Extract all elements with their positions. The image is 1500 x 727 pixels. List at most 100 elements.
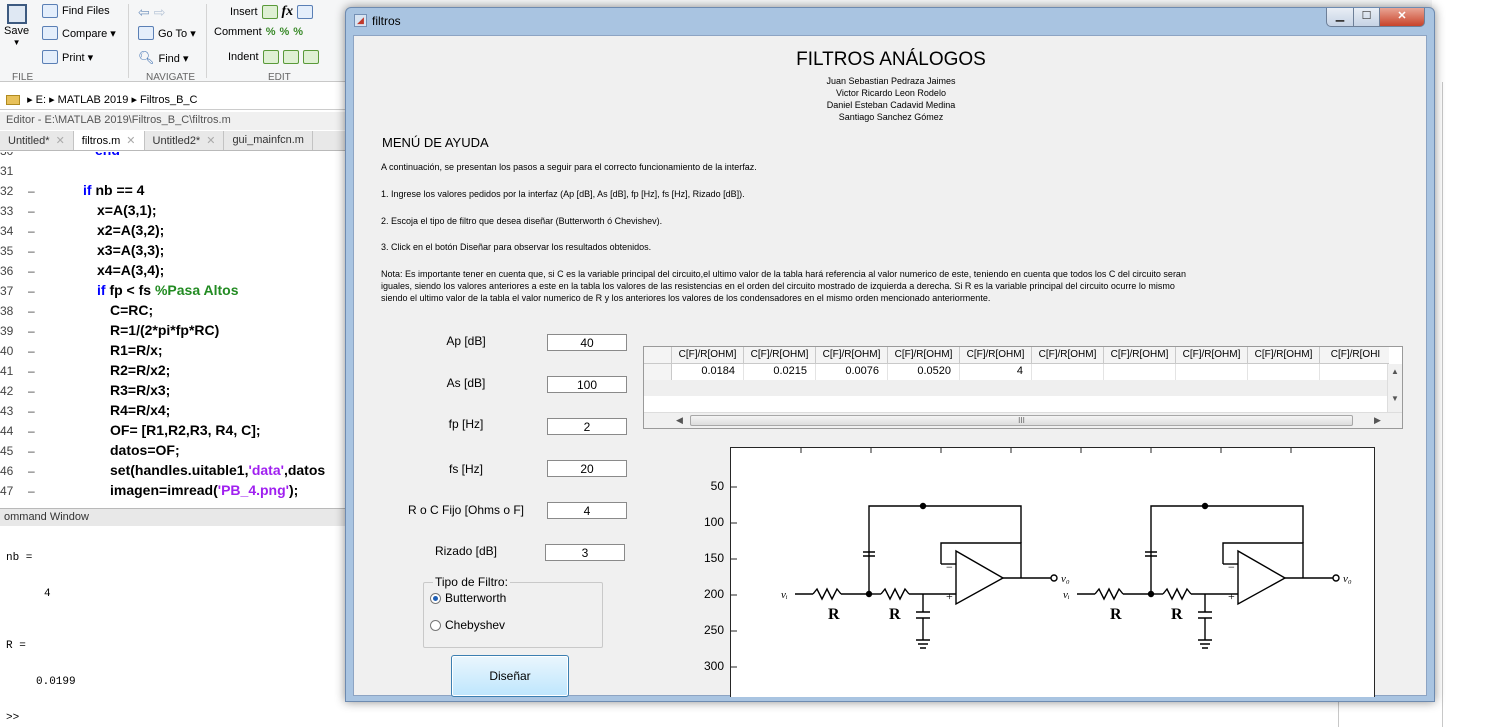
code-editor[interactable]: 30end 31 32–if nb == 4 33–x=A(3,1); 34–x2=A(… — [0, 152, 350, 507]
scrollbar-thumb[interactable]: III — [690, 415, 1353, 426]
breakpoint-marker[interactable]: – — [28, 404, 35, 418]
ap-input[interactable]: 40 — [547, 334, 627, 351]
go-to-button[interactable]: Go To ▾ — [138, 26, 196, 40]
code-line[interactable]: 31 — [0, 162, 350, 180]
code-line[interactable]: 35– x3=A(3,3); — [0, 242, 350, 260]
table-row[interactable]: 0.0184 0.0215 0.0076 0.0520 4 — [644, 364, 1389, 380]
column-header[interactable]: C[F]/R[OHM] — [1104, 347, 1176, 364]
breakpoint-marker[interactable]: – — [28, 284, 35, 298]
breakpoint-marker[interactable]: – — [28, 484, 35, 498]
code-line[interactable]: 47– imagen=imread('PB_4.png'); — [0, 482, 350, 500]
code-line[interactable]: 45– datos=OF; — [0, 442, 350, 460]
breakpoint-marker[interactable]: – — [28, 364, 35, 378]
scroll-up-icon[interactable]: ▲ — [1388, 367, 1402, 376]
code-line[interactable]: 39– R=1/(2*pi*fp*RC) — [0, 322, 350, 340]
vertical-scrollbar[interactable]: ▲ ▼ — [1387, 364, 1402, 413]
column-header[interactable]: C[F]/R[OHI — [1320, 347, 1389, 364]
scroll-left-icon[interactable]: ◀ — [676, 415, 683, 426]
code-line[interactable]: 38– C=RC; — [0, 302, 350, 320]
fx-icon[interactable]: fx — [282, 4, 294, 20]
column-header[interactable]: C[F]/R[OHM] — [1248, 347, 1320, 364]
table-cell[interactable]: 0.0184 — [672, 364, 744, 380]
column-header[interactable]: C[F]/R[OHM] — [816, 347, 888, 364]
radio-chebyshev[interactable]: Chebyshev — [430, 618, 505, 632]
code-line[interactable]: 44– OF= [R1,R2,R3, R4, C]; — [0, 422, 350, 440]
column-header[interactable]: C[F]/R[OHM] — [1032, 347, 1104, 364]
design-button[interactable]: Diseñar — [451, 655, 569, 697]
back-arrow-icon: ⇦ — [138, 4, 150, 20]
ripple-input[interactable]: 3 — [545, 544, 625, 561]
tab-label: filtros.m — [81, 135, 121, 147]
breakpoint-marker[interactable]: – — [28, 444, 35, 458]
table-cell[interactable]: 0.0076 — [816, 364, 888, 380]
find-files-button[interactable]: Find Files — [42, 4, 110, 18]
breakpoint-marker[interactable]: – — [28, 264, 35, 278]
scroll-right-icon[interactable]: ▶ — [1374, 415, 1381, 426]
scroll-down-icon[interactable]: ▼ — [1388, 394, 1402, 403]
close-icon[interactable]: ✕ — [206, 135, 215, 147]
tab-gui-mainfcn[interactable]: gui_mainfcn.m — [224, 131, 313, 150]
code-line[interactable]: 32– if nb == 4 — [0, 182, 350, 200]
code-line[interactable]: 36– x4=A(3,4); — [0, 262, 350, 280]
comment-button[interactable]: Comment % % % — [214, 26, 303, 38]
table-cell[interactable]: 0.0215 — [744, 364, 816, 380]
r-or-c-fixed-input[interactable]: 4 — [547, 502, 627, 519]
column-header[interactable]: C[F]/R[OHM] — [1176, 347, 1248, 364]
find-button[interactable]: 🔍︎ Find ▾ — [138, 50, 189, 66]
figure-titlebar[interactable]: ◢ filtros ▁ ☐ ✕ — [346, 8, 1434, 34]
fs-input[interactable]: 20 — [547, 460, 627, 477]
code-line[interactable]: 46– set(handles.uitable1,'data',datos — [0, 462, 350, 480]
address-bar[interactable]: ▸ E: ▸ MATLAB 2019 ▸ Filtros_B_C — [0, 90, 350, 110]
table-cell[interactable]: 4 — [960, 364, 1032, 380]
fp-input[interactable]: 2 — [547, 418, 627, 435]
code-line[interactable]: 42– R3=R/x3; — [0, 382, 350, 400]
breakpoint-marker[interactable]: – — [28, 424, 35, 438]
breakpoint-marker[interactable]: – — [28, 304, 35, 318]
save-button[interactable]: Save ▼ — [4, 4, 29, 47]
minimize-button[interactable]: ▁ — [1326, 8, 1354, 27]
table-cell[interactable] — [1248, 364, 1320, 380]
tab-untitled[interactable]: Untitled* ✕ — [0, 131, 74, 150]
breakpoint-marker[interactable]: – — [28, 184, 35, 198]
compare-button[interactable]: Compare ▾ — [42, 26, 116, 40]
tab-untitled2[interactable]: Untitled2* ✕ — [145, 131, 225, 150]
table-cell[interactable] — [1032, 364, 1104, 380]
indent-button[interactable]: Indent — [228, 50, 319, 64]
insert-section-icon[interactable] — [297, 5, 314, 19]
close-button[interactable]: ✕ — [1379, 8, 1425, 27]
breakpoint-marker[interactable]: – — [28, 384, 35, 398]
horizontal-scrollbar[interactable]: ◀ III ▶ — [644, 412, 1402, 428]
print-button[interactable]: Print ▾ — [42, 50, 93, 64]
radio-butterworth[interactable]: Butterworth — [430, 591, 506, 605]
breakpoint-marker[interactable]: – — [28, 204, 35, 218]
breakpoint-marker[interactable]: – — [28, 244, 35, 258]
breakpoint-marker[interactable]: – — [28, 324, 35, 338]
breakpoint-marker[interactable]: – — [28, 464, 35, 478]
column-header[interactable]: C[F]/R[OHM] — [888, 347, 960, 364]
table-cell[interactable] — [1176, 364, 1248, 380]
code-line[interactable]: 37– if fp < fs %Pasa Altos — [0, 282, 350, 300]
code-line[interactable]: 30 end — [0, 152, 350, 160]
fs-label: fs [Hz] — [448, 462, 483, 476]
column-header[interactable]: C[F]/R[OHM] — [960, 347, 1032, 364]
tab-filtros[interactable]: filtros.m ✕ — [73, 131, 145, 150]
table-cell[interactable] — [1320, 364, 1389, 380]
code-line[interactable]: 33– x=A(3,1); — [0, 202, 350, 220]
back-forward-buttons[interactable]: ⇦ ⇨ — [138, 4, 165, 21]
close-icon[interactable]: ✕ — [126, 135, 135, 147]
results-table[interactable]: C[F]/R[OHM] C[F]/R[OHM] C[F]/R[OHM] C[F]/R[… — [643, 346, 1403, 429]
breakpoint-marker[interactable]: – — [28, 224, 35, 238]
code-line[interactable]: 41– R2=R/x2; — [0, 362, 350, 380]
table-cell[interactable]: 0.0520 — [888, 364, 960, 380]
close-icon[interactable]: ✕ — [56, 135, 65, 147]
as-input[interactable]: 100 — [547, 376, 627, 393]
code-line[interactable]: 43– R4=R/x4; — [0, 402, 350, 420]
code-line[interactable]: 40– R1=R/x; — [0, 342, 350, 360]
maximize-button[interactable]: ☐ — [1353, 8, 1380, 27]
table-cell[interactable] — [1104, 364, 1176, 380]
code-line[interactable]: 34– x2=A(3,2); — [0, 222, 350, 240]
insert-button[interactable]: Insert fx — [230, 4, 314, 20]
breakpoint-marker[interactable]: – — [28, 344, 35, 358]
column-header[interactable]: C[F]/R[OHM] — [672, 347, 744, 364]
column-header[interactable]: C[F]/R[OHM] — [744, 347, 816, 364]
